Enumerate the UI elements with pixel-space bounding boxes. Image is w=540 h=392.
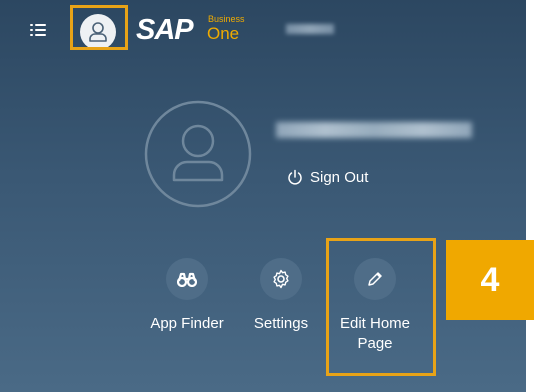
user-menu-panel: SAP Business One Sign Out App Finder Set… xyxy=(0,0,526,392)
user-avatar-large xyxy=(144,100,252,208)
sign-out-button[interactable]: Sign Out xyxy=(287,165,368,189)
step-number-badge: 4 xyxy=(446,240,534,320)
sap-logo: SAP xyxy=(136,14,194,46)
sign-out-label: Sign Out xyxy=(310,168,369,186)
app-finder-circle[interactable] xyxy=(166,258,208,300)
power-icon xyxy=(288,169,302,185)
logo-product-bottom: One xyxy=(207,24,240,43)
hamburger-list-icon[interactable] xyxy=(30,24,46,38)
highlight-frame-avatar xyxy=(70,5,128,50)
gear-icon xyxy=(273,269,289,289)
highlight-frame-edit-home-page xyxy=(326,238,436,376)
settings-circle[interactable] xyxy=(260,258,302,300)
company-name-blurred xyxy=(286,24,334,34)
logo-product-top: Business xyxy=(208,14,245,24)
user-icon xyxy=(144,100,252,208)
binoculars-icon xyxy=(177,272,197,287)
app-finder-label: App Finder xyxy=(150,315,224,332)
app-finder-button[interactable]: App Finder xyxy=(145,258,229,334)
user-name-blurred xyxy=(276,122,472,138)
settings-label: Settings xyxy=(253,315,309,332)
settings-button[interactable]: Settings xyxy=(246,258,316,334)
